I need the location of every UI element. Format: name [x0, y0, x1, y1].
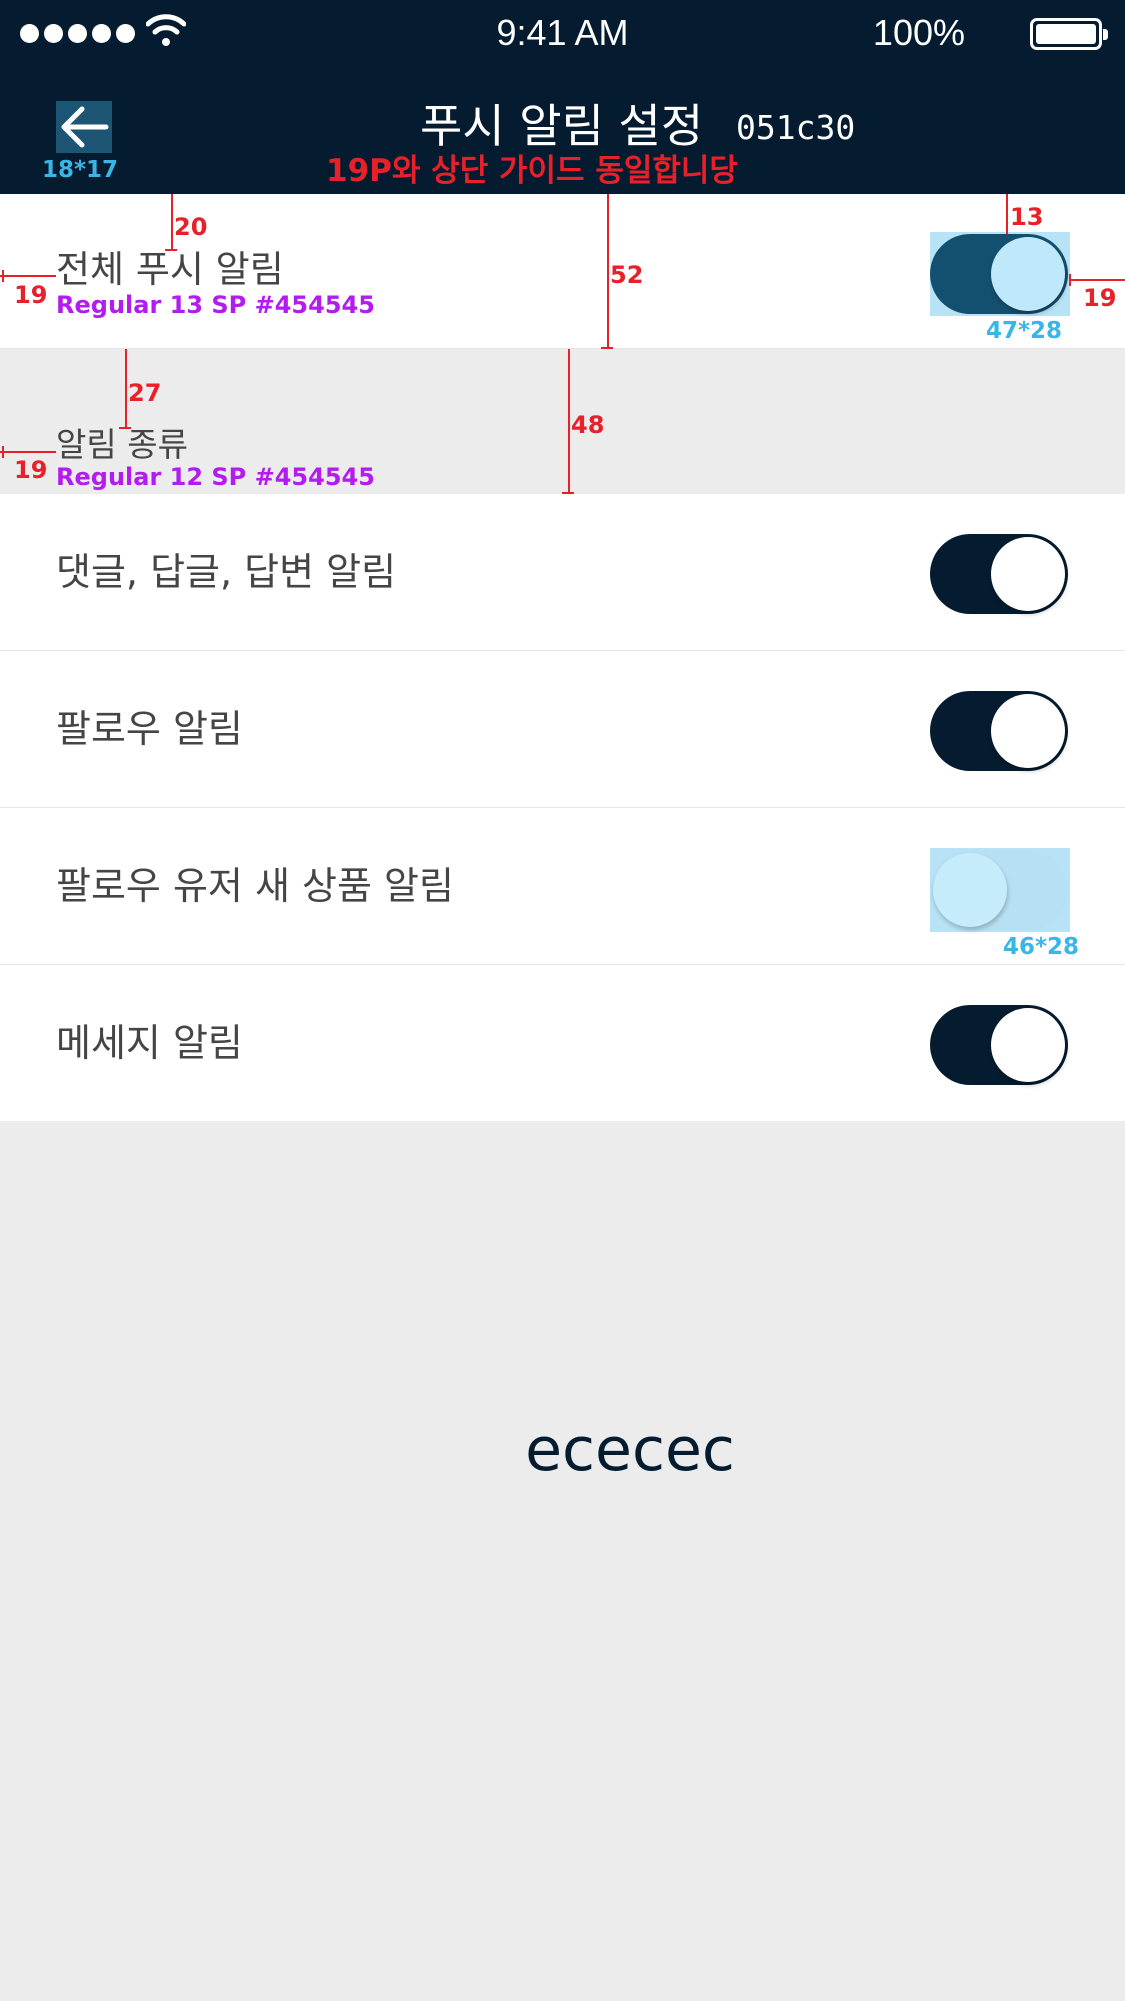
guide-line: [0, 275, 56, 277]
toggle-knob: [991, 1008, 1065, 1082]
guide-tick: [2, 446, 4, 458]
guide-line: [125, 349, 127, 429]
section-height-note: 48: [571, 411, 605, 439]
item-label-comments: 댓글, 답글, 답변 알림: [56, 550, 397, 594]
list-item: 메세지 알림: [0, 965, 1125, 1121]
guide-line: [171, 194, 173, 250]
guide-line: [568, 349, 570, 494]
new-products-toggle[interactable]: [930, 850, 1068, 930]
header-guide-note: 19P와 상단 가이드 동일합니당: [326, 153, 738, 189]
guide-line: [1070, 279, 1125, 281]
all-push-row: 전체 푸시 알림 Regular 13 SP #454545 47*28: [0, 194, 1125, 349]
guide-tick: [1069, 274, 1071, 286]
guide-tick: [165, 249, 177, 251]
toggle-size-note: 46*28: [1003, 934, 1080, 960]
toggle-knob: [991, 694, 1065, 768]
comments-toggle[interactable]: [930, 534, 1068, 614]
item-label-messages: 메세지 알림: [56, 1021, 243, 1065]
item-label-follow: 팔로우 알림: [56, 707, 243, 751]
battery-percent: 100%: [872, 12, 965, 53]
top-gap-note: 20: [174, 213, 208, 241]
guide-tick: [119, 427, 131, 429]
guide-line: [1006, 194, 1008, 234]
section-gap-note: 27: [128, 379, 162, 407]
back-icon-size-note: 18*17: [42, 157, 119, 183]
toggle-knob: [991, 237, 1065, 311]
toggle-knob: [991, 537, 1065, 611]
all-push-toggle[interactable]: [930, 234, 1068, 314]
guide-tick: [2, 270, 4, 282]
battery-icon: [1030, 18, 1108, 50]
background-color-note: ececec: [525, 1415, 735, 1485]
toggle-size-note: 47*28: [986, 318, 1063, 344]
messages-toggle[interactable]: [930, 1005, 1068, 1085]
toggle-top-note: 13: [1010, 203, 1044, 231]
left-margin-note: 19: [14, 281, 48, 309]
follow-toggle[interactable]: [930, 691, 1068, 771]
guide-line: [607, 194, 609, 349]
list-item: 댓글, 답글, 답변 알림: [0, 494, 1125, 651]
item-label-new-products: 팔로우 유저 새 상품 알림: [56, 864, 454, 908]
section-header: 알림 종류 Regular 12 SP #454545: [0, 349, 1125, 494]
header-color-note: 051c30: [736, 108, 856, 147]
page-title: 푸시 알림 설정: [420, 99, 704, 153]
arrow-left-icon: [61, 106, 109, 148]
back-button[interactable]: [56, 101, 112, 153]
toggle-knob: [933, 853, 1007, 927]
guide-line: [0, 451, 56, 453]
all-push-type-note: Regular 13 SP #454545: [56, 291, 375, 319]
list-item: 팔로우 알림: [0, 651, 1125, 808]
section-type-note: Regular 12 SP #454545: [56, 463, 375, 491]
section-left-margin-note: 19: [14, 456, 48, 484]
row-height-note: 52: [610, 261, 644, 289]
list-item: 팔로우 유저 새 상품 알림 46*28: [0, 808, 1125, 965]
right-margin-note: 19: [1083, 284, 1117, 312]
